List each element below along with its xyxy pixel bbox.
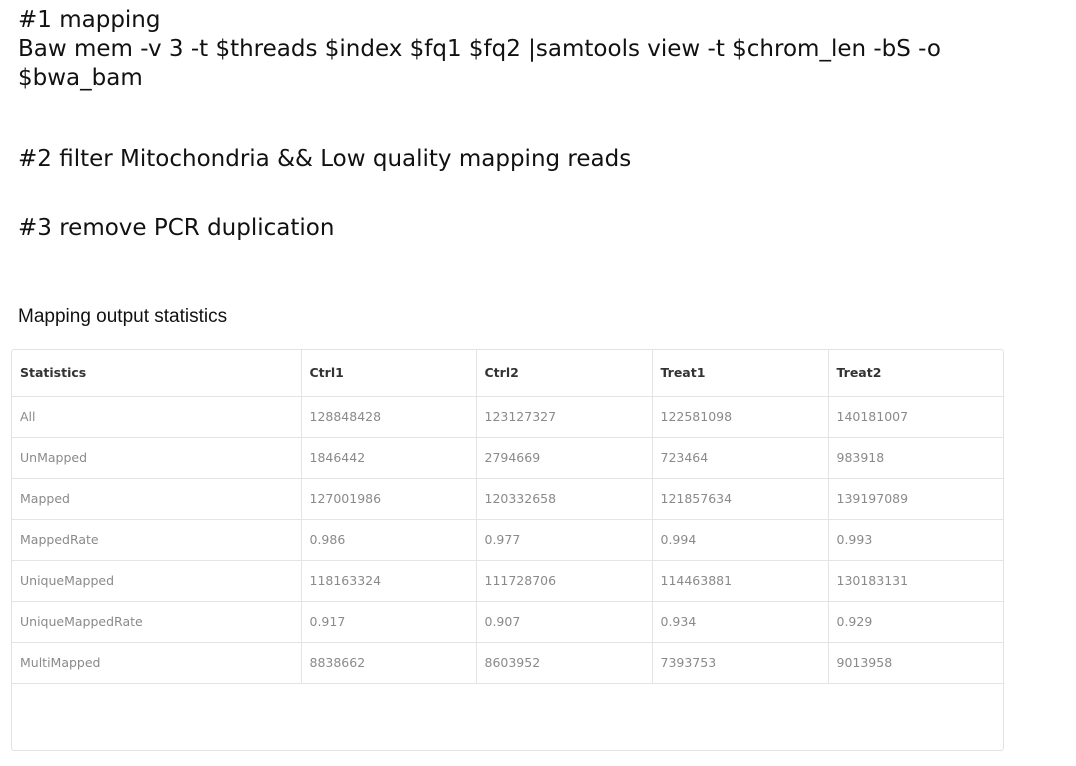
table-cell: 0.994 [652,519,829,561]
step1-text: #1 mapping Baw mem -v 3 -t $threads $ind… [18,6,1058,93]
table-cell: 723464 [652,437,829,479]
table-row: All 128848428 123127327 122581098 140181… [12,396,1003,438]
table-cell: 120332658 [476,478,653,520]
table-row: UniqueMappedRate 0.917 0.907 0.934 0.929 [12,601,1003,643]
table-cell: 118163324 [301,560,477,602]
table-cell: 983918 [828,437,1003,479]
step3-heading: #3 remove PCR duplication [18,215,335,241]
table-cell: 0.907 [476,601,653,643]
table-cell: 130183131 [828,560,1003,602]
row-label: Mapped [12,478,302,520]
step1-command-output: $bwa_bam [18,65,143,91]
table-cell: 128848428 [301,396,477,438]
table-cell: 9013958 [828,642,1003,684]
table-row: MappedRate 0.986 0.977 0.994 0.993 [12,519,1003,561]
row-label: UniqueMapped [12,560,302,602]
header-treat1: Treat1 [652,350,829,397]
row-label: MappedRate [12,519,302,561]
header-ctrl1: Ctrl1 [301,350,477,397]
row-label: UniqueMappedRate [12,601,302,643]
step1-command-line: Baw mem -v 3 -t $threads $index $fq1 $fq… [18,36,941,62]
table-cell: 7393753 [652,642,829,684]
table-cell: 8603952 [476,642,653,684]
header-treat2: Treat2 [828,350,1003,397]
row-label: MultiMapped [12,642,302,684]
header-ctrl2: Ctrl2 [476,350,653,397]
table-cell: 2794669 [476,437,653,479]
table-row: MultiMapped 8838662 8603952 7393753 9013… [12,642,1003,684]
table-cell: 0.917 [301,601,477,643]
section-title: Mapping output statistics [18,306,228,327]
table-row: UniqueMapped 118163324 111728706 1144638… [12,560,1003,602]
statistics-table: Statistics Ctrl1 Ctrl2 Treat1 Treat2 All… [12,350,1003,684]
table-cell: 0.977 [476,519,653,561]
table-cell: 127001986 [301,478,477,520]
row-label: UnMapped [12,437,302,479]
header-statistics: Statistics [12,350,302,397]
statistics-table-card: Statistics Ctrl1 Ctrl2 Treat1 Treat2 All… [11,349,1004,751]
table-cell: 139197089 [828,478,1003,520]
table-cell: 122581098 [652,396,829,438]
table-cell: 8838662 [301,642,477,684]
table-cell: 123127327 [476,396,653,438]
table-cell: 0.993 [828,519,1003,561]
table-cell: 111728706 [476,560,653,602]
step2-heading: #2 filter Mitochondria && Low quality ma… [18,146,632,172]
step1-heading: #1 mapping [18,7,161,33]
table-row: UnMapped 1846442 2794669 723464 983918 [12,437,1003,479]
table-cell: 1846442 [301,437,477,479]
table-cell: 121857634 [652,478,829,520]
step3-text: #3 remove PCR duplication [18,214,334,243]
table-cell: 140181007 [828,396,1003,438]
row-label: All [12,396,302,438]
table-row: Mapped 127001986 120332658 121857634 139… [12,478,1003,520]
step2-text: #2 filter Mitochondria && Low quality ma… [18,145,631,174]
table-cell: 0.986 [301,519,477,561]
table-cell: 0.934 [652,601,829,643]
table-header-row: Statistics Ctrl1 Ctrl2 Treat1 Treat2 [12,350,1003,397]
table-cell: 114463881 [652,560,829,602]
table-cell: 0.929 [828,601,1003,643]
